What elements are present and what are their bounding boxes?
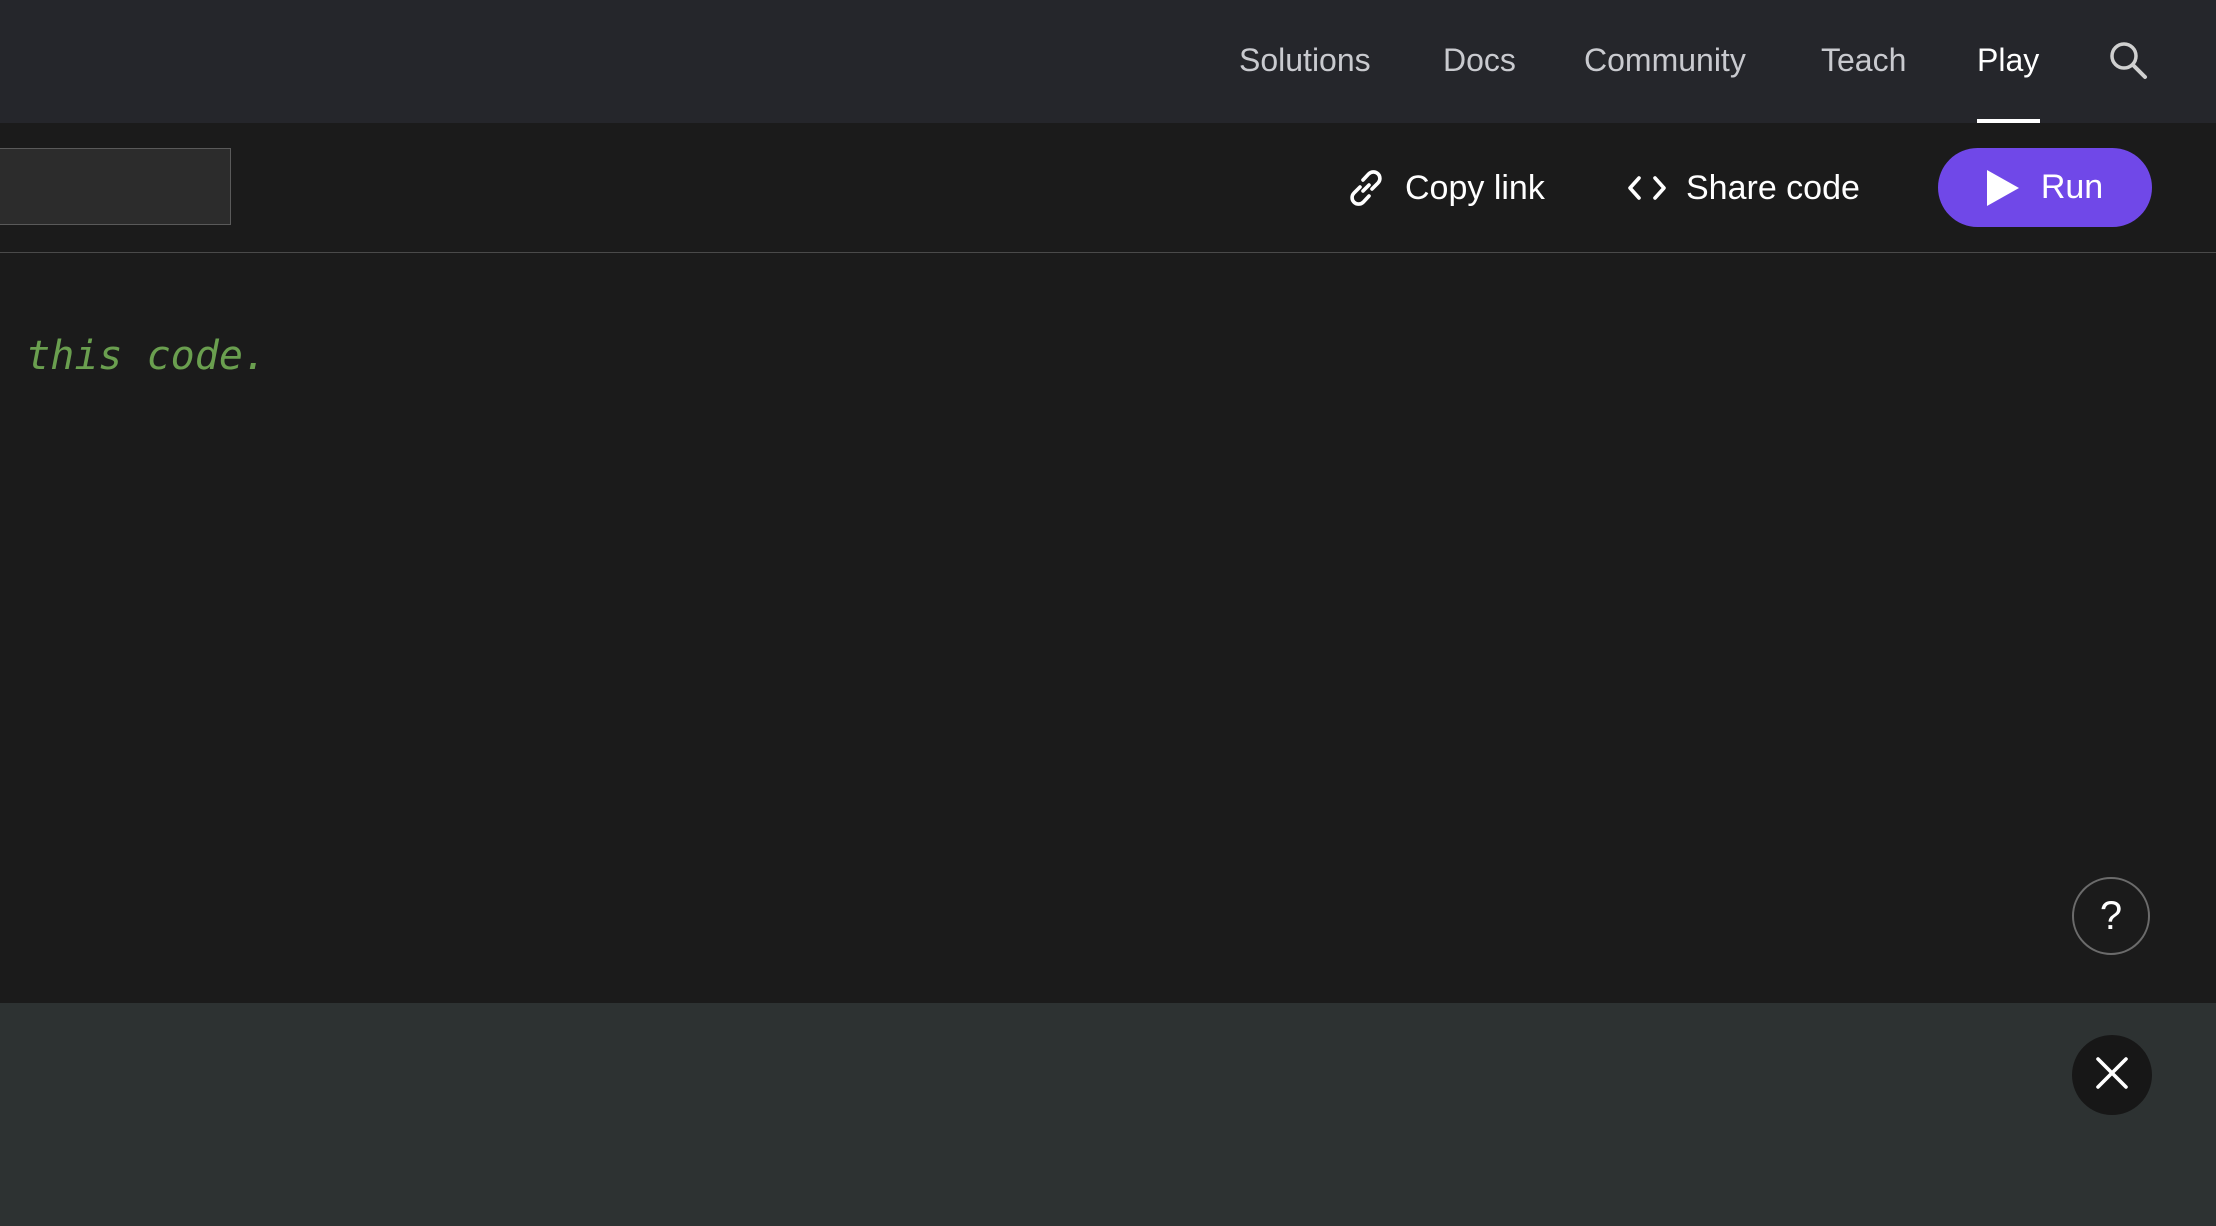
editor-toolbar: Copy link Share code (0, 123, 2216, 253)
help-button[interactable]: ? (2072, 877, 2150, 955)
playground-page: Solutions Docs Community Teach Play Copy… (0, 0, 2216, 1226)
run-label: Run (2040, 168, 2104, 206)
close-output-button[interactable] (2072, 1035, 2152, 1115)
code-comment-line[interactable]: e this code. (0, 333, 267, 379)
nav-item-community[interactable]: Community (1584, 0, 1746, 123)
output-panel (0, 1003, 2216, 1226)
copy-link-label: Copy link (1405, 168, 1545, 207)
nav-item-solutions[interactable]: Solutions (1239, 0, 1371, 123)
copy-link-button[interactable]: Copy link (1343, 148, 1545, 228)
snippet-title-input[interactable] (0, 148, 231, 225)
share-code-label: Share code (1686, 168, 1860, 207)
link-icon (1343, 165, 1389, 211)
nav-item-docs[interactable]: Docs (1443, 0, 1516, 123)
search-icon[interactable] (2106, 38, 2150, 82)
nav-item-play[interactable]: Play (1977, 0, 2039, 123)
play-icon (1986, 169, 2019, 206)
top-navigation: Solutions Docs Community Teach Play (0, 0, 2216, 123)
run-button[interactable]: Run (1938, 148, 2152, 227)
code-brackets-icon (1624, 165, 1670, 211)
code-editor[interactable]: e this code. (0, 253, 2216, 1003)
close-icon (2092, 1053, 2132, 1098)
nav-item-teach[interactable]: Teach (1821, 0, 1906, 123)
share-code-button[interactable]: Share code (1624, 148, 1860, 228)
